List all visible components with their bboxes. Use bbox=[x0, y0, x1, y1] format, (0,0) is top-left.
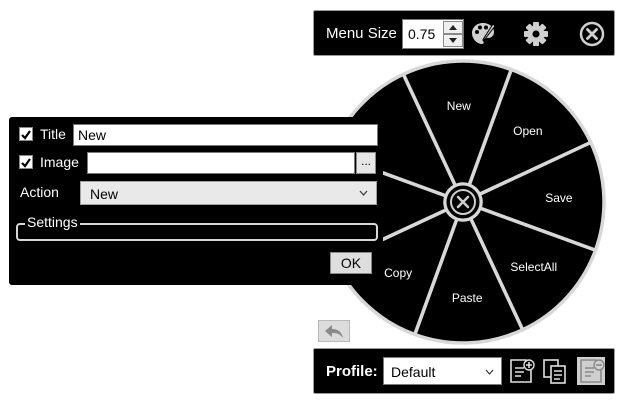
chevron-up-icon bbox=[449, 25, 457, 30]
undo-button[interactable] bbox=[318, 320, 350, 342]
pie-close-icon[interactable] bbox=[448, 187, 478, 217]
increment-button[interactable] bbox=[443, 21, 463, 34]
add-profile-icon[interactable] bbox=[507, 357, 535, 385]
remove-profile-icon[interactable] bbox=[577, 357, 605, 385]
copy-profile-icon[interactable] bbox=[541, 357, 569, 385]
ok-button[interactable]: OK bbox=[330, 252, 372, 274]
gear-icon[interactable] bbox=[522, 20, 550, 48]
title-input[interactable] bbox=[73, 124, 378, 146]
menu-size-input[interactable] bbox=[403, 20, 443, 48]
profile-select[interactable]: Default bbox=[383, 357, 502, 385]
chevron-down-icon bbox=[485, 369, 494, 375]
image-input[interactable] bbox=[87, 152, 355, 174]
decrement-button[interactable] bbox=[443, 34, 463, 47]
pie-label-paste: Paste bbox=[451, 290, 483, 305]
browse-button[interactable]: ... bbox=[356, 152, 376, 174]
pie-label-open: Open bbox=[513, 124, 543, 139]
palette-icon[interactable] bbox=[469, 20, 497, 48]
settings-group: Settings bbox=[16, 214, 378, 241]
action-select-value: New bbox=[90, 186, 119, 202]
pie-label-selectall: SelectAll bbox=[510, 259, 558, 274]
close-circle-icon[interactable] bbox=[578, 20, 606, 48]
item-editor-panel: Title Image ... Action New Settings OK bbox=[9, 117, 383, 285]
image-label: Image bbox=[40, 154, 79, 170]
profile-select-value: Default bbox=[391, 364, 436, 380]
title-checkbox[interactable] bbox=[19, 127, 33, 141]
chevron-down-icon bbox=[359, 190, 368, 196]
image-checkbox[interactable] bbox=[19, 155, 33, 169]
menu-size-label: Menu Size bbox=[326, 25, 397, 42]
pie-label-save: Save bbox=[545, 190, 573, 205]
settings-label: Settings bbox=[25, 214, 80, 230]
pie-label-copy: Copy bbox=[384, 265, 413, 280]
title-label: Title bbox=[40, 126, 66, 142]
chevron-down-icon bbox=[449, 38, 457, 43]
action-select[interactable]: New bbox=[80, 181, 377, 205]
undo-arrow-icon bbox=[325, 325, 343, 338]
checkmark-icon bbox=[21, 130, 31, 140]
checkmark-icon bbox=[21, 158, 31, 168]
pie-label-new: New bbox=[446, 99, 471, 114]
profile-label: Profile: bbox=[326, 363, 378, 380]
profile-toolbar: Profile: Default bbox=[313, 348, 615, 394]
menu-size-toolbar: Menu Size bbox=[313, 10, 615, 56]
action-label: Action bbox=[20, 184, 59, 200]
menu-size-stepper[interactable] bbox=[402, 19, 464, 49]
